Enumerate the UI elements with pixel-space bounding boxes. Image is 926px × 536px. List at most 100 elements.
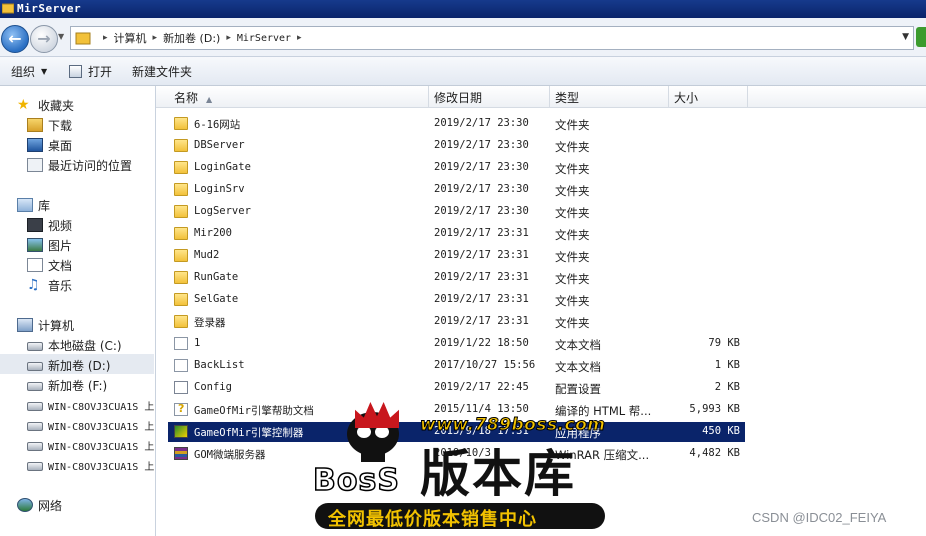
- breadcrumb-drive-d[interactable]: 新加卷 (D:): [163, 30, 220, 46]
- nav-libraries-label: 库: [38, 198, 51, 213]
- nav-favorites[interactable]: ★ 收藏夹: [17, 96, 74, 114]
- file-modified-date: 2019/2/17 23:31: [434, 271, 529, 283]
- nav-recent[interactable]: 最近访问的位置: [27, 156, 132, 174]
- nav-network-drive[interactable]: WIN-C8OVJ3CUA1S 上: [27, 436, 154, 454]
- breadcrumb-separator-icon[interactable]: ▸: [153, 33, 158, 43]
- nav-drive-f-label: 新加卷 (F:): [48, 378, 108, 393]
- organize-button[interactable]: 组织 ▼: [11, 63, 47, 79]
- watermark-site: www.789boss.com: [420, 415, 606, 436]
- file-name: 6-16网站: [194, 119, 241, 131]
- nav-videos[interactable]: 视频: [27, 216, 72, 234]
- arrow-right-icon: →: [37, 29, 51, 48]
- file-row[interactable]: LogServer 2019/2/17 23:30 文件夹: [168, 202, 745, 222]
- file-size: 2 KB: [714, 381, 740, 393]
- breadcrumb-separator-icon[interactable]: ▸: [226, 33, 231, 43]
- nav-network-drive[interactable]: WIN-C8OVJ3CUA1S 上: [27, 416, 154, 434]
- column-header-size-label: 大小: [674, 91, 699, 105]
- nav-network-drive[interactable]: WIN-C8OVJ3CUA1S 上: [27, 456, 154, 474]
- file-name: RunGate: [194, 271, 239, 283]
- chevron-down-icon: ▼: [41, 66, 48, 76]
- nav-network-drive[interactable]: WIN-C8OVJ3CUA1S 上: [27, 396, 154, 414]
- nav-pictures[interactable]: 图片: [27, 236, 72, 254]
- file-size: 79 KB: [708, 337, 740, 349]
- column-resize-handle[interactable]: [428, 86, 429, 107]
- file-row[interactable]: LoginSrv 2019/2/17 23:30 文件夹: [168, 180, 745, 200]
- address-box[interactable]: ▸ 计算机 ▸ 新加卷 (D:) ▸ MirServer ▸ ▼: [70, 26, 914, 50]
- column-resize-handle[interactable]: [549, 86, 550, 107]
- nav-downloads[interactable]: 下载: [27, 116, 72, 134]
- column-header-name[interactable]: 名称 ▲: [174, 89, 212, 106]
- text-document-icon: [174, 337, 188, 350]
- file-row[interactable]: Mud2 2019/2/17 23:31 文件夹: [168, 246, 745, 266]
- navigation-pane[interactable]: ★ 收藏夹 下载 桌面 最近访问的位置 库 视频 图片 文档 ♫ 音乐 计算机 …: [0, 86, 156, 536]
- new-folder-button[interactable]: 新建文件夹: [132, 63, 192, 79]
- network-globe-icon: [17, 498, 33, 512]
- file-row[interactable]: BackList 2017/10/27 15:56 文本文档 1 KB: [168, 356, 745, 376]
- file-row[interactable]: 1 2019/1/22 18:50 文本文档 79 KB: [168, 334, 745, 354]
- library-icon: [17, 198, 33, 212]
- window-titlebar[interactable]: MirServer: [0, 0, 926, 18]
- watermark-boss: BosS: [312, 462, 400, 499]
- nav-drive-d[interactable]: 新加卷 (D:): [27, 356, 110, 374]
- column-resize-handle[interactable]: [747, 86, 748, 107]
- column-header-size[interactable]: 大小: [674, 89, 698, 106]
- watermark-slogan: 全网最低价版本销售中心: [328, 509, 537, 530]
- file-modified-date: 2019/2/17 23:31: [434, 227, 529, 239]
- column-resize-handle[interactable]: [668, 86, 669, 107]
- nav-network-label: 网络: [38, 498, 63, 513]
- nav-computer-label: 计算机: [38, 318, 75, 333]
- file-row[interactable]: Mir200 2019/2/17 23:31 文件夹: [168, 224, 745, 244]
- nav-drive-f[interactable]: 新加卷 (F:): [27, 376, 107, 394]
- file-row[interactable]: LoginGate 2019/2/17 23:30 文件夹: [168, 158, 745, 178]
- file-name: LoginSrv: [194, 183, 245, 195]
- watermark-brand-big: 版本库: [420, 444, 576, 503]
- file-type: 文件夹: [555, 118, 590, 132]
- file-row[interactable]: DBServer 2019/2/17 23:30 文件夹: [168, 136, 745, 156]
- file-row[interactable]: RunGate 2019/2/17 23:31 文件夹: [168, 268, 745, 288]
- nav-network[interactable]: 网络: [17, 496, 62, 514]
- nav-computer[interactable]: 计算机: [17, 316, 74, 334]
- nav-desktop[interactable]: 桌面: [27, 136, 72, 154]
- arrow-left-icon: ←: [8, 29, 22, 48]
- address-dropdown-icon[interactable]: ▼: [902, 32, 909, 42]
- file-row[interactable]: Config 2019/2/17 22:45 配置设置 2 KB: [168, 378, 745, 398]
- file-type: 文件夹: [555, 250, 590, 264]
- file-row[interactable]: 6-16网站 2019/2/17 23:30 文件夹: [168, 114, 745, 134]
- recent-pages-dropdown-icon[interactable]: ▼: [58, 32, 64, 41]
- file-modified-date: 2019/2/17 23:30: [434, 161, 529, 173]
- open-label: 打开: [88, 64, 113, 79]
- file-type: 配置设置: [555, 382, 601, 396]
- nav-recent-label: 最近访问的位置: [48, 158, 133, 173]
- network-drive-icon: [27, 402, 43, 411]
- file-name: Mud2: [194, 249, 220, 261]
- documents-library-icon: [27, 258, 43, 272]
- file-modified-date: 2019/2/17 23:31: [434, 249, 529, 261]
- column-header-type[interactable]: 类型: [555, 89, 579, 106]
- breadcrumb-computer[interactable]: 计算机: [114, 30, 147, 46]
- nav-libraries[interactable]: 库: [17, 196, 50, 214]
- go-refresh-button[interactable]: [916, 27, 926, 47]
- breadcrumb-separator-icon[interactable]: ▸: [297, 33, 302, 43]
- forward-button[interactable]: →: [30, 25, 58, 53]
- open-button[interactable]: 打开: [69, 63, 112, 79]
- breadcrumb-separator-icon[interactable]: ▸: [103, 33, 108, 43]
- breadcrumb-mirserver[interactable]: MirServer: [237, 33, 291, 44]
- back-button[interactable]: ←: [1, 25, 29, 53]
- file-row[interactable]: 登录器 2019/2/17 23:31 文件夹: [168, 312, 745, 332]
- nav-network-drive-label: WIN-C8OVJ3CUA1S 上: [48, 461, 155, 473]
- nav-documents[interactable]: 文档: [27, 256, 72, 274]
- music-note-icon: ♫: [27, 277, 40, 293]
- nav-music[interactable]: ♫ 音乐: [27, 276, 72, 294]
- nav-documents-label: 文档: [48, 258, 73, 273]
- file-type: 文件夹: [555, 316, 590, 330]
- column-header-modified[interactable]: 修改日期: [434, 89, 482, 106]
- network-drive-icon: [27, 462, 43, 471]
- column-header-modified-label: 修改日期: [434, 91, 483, 105]
- nav-drive-c[interactable]: 本地磁盘 (C:): [27, 336, 122, 354]
- file-modified-date: 2019/2/17 23:31: [434, 315, 529, 327]
- hard-drive-icon: [27, 362, 43, 371]
- nav-pictures-label: 图片: [48, 238, 73, 253]
- star-icon: ★: [17, 97, 30, 113]
- file-name: 1: [194, 337, 201, 349]
- file-row[interactable]: SelGate 2019/2/17 23:31 文件夹: [168, 290, 745, 310]
